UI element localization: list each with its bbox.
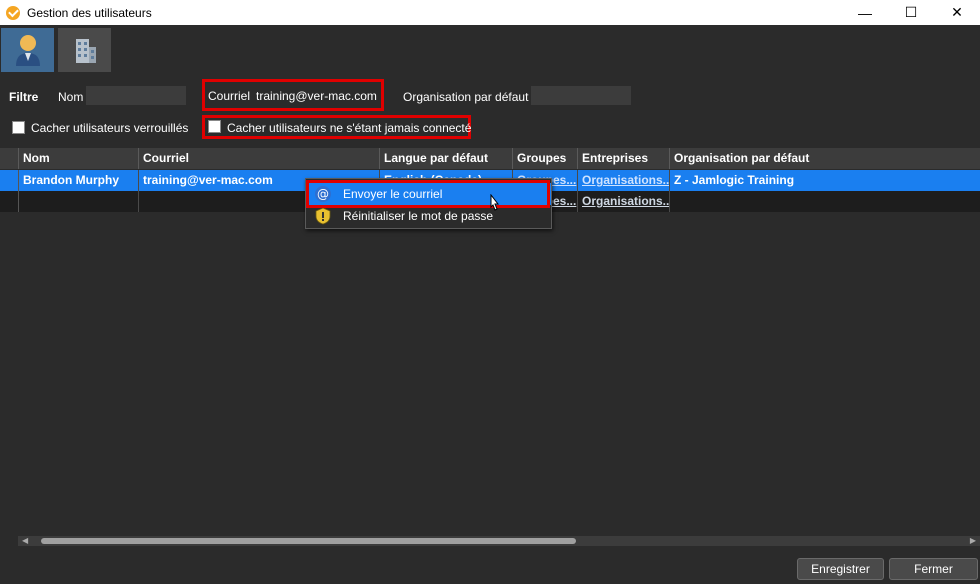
filter-title: Filtre bbox=[9, 90, 39, 104]
minimize-button[interactable]: — bbox=[842, 0, 888, 25]
mouse-pointer-icon bbox=[490, 194, 500, 211]
toolbar bbox=[0, 25, 980, 73]
close-button[interactable]: Fermer bbox=[889, 558, 978, 580]
org-filter-label: Organisation par défaut bbox=[403, 90, 529, 104]
reset-password-label: Réinitialiser le mot de passe bbox=[343, 209, 494, 223]
shield-icon bbox=[314, 207, 332, 225]
column-header-organisation[interactable]: Organisation par défaut bbox=[670, 148, 980, 169]
name-filter-input[interactable] bbox=[86, 86, 186, 105]
cell-organisation bbox=[670, 191, 980, 212]
column-header-groupes[interactable]: Groupes bbox=[513, 148, 578, 169]
window-controls: — ☐ ✕ bbox=[842, 0, 980, 25]
tab-users[interactable] bbox=[1, 28, 54, 72]
hide-never-connected-label: Cacher utilisateurs ne s'étant jamais co… bbox=[227, 121, 472, 135]
row-header-corner bbox=[0, 148, 19, 169]
hide-never-connected-checkbox[interactable] bbox=[208, 120, 221, 133]
hide-locked-label: Cacher utilisateurs verrouillés bbox=[31, 121, 189, 135]
window-title: Gestion des utilisateurs bbox=[27, 5, 152, 20]
scroll-left-icon[interactable]: ◀ bbox=[22, 536, 28, 546]
building-icon bbox=[75, 39, 96, 63]
email-filter-label: Courriel bbox=[208, 89, 251, 103]
user-icon bbox=[15, 35, 40, 66]
cell-nom: Brandon Murphy bbox=[19, 170, 139, 191]
send-email-highlight bbox=[306, 180, 550, 208]
organizations-link[interactable]: Organisations... bbox=[578, 170, 670, 191]
column-header-nom[interactable]: Nom bbox=[19, 148, 139, 169]
menu-item-reset-password[interactable]: Réinitialiser le mot de passe bbox=[308, 205, 551, 227]
tab-organizations[interactable] bbox=[58, 28, 111, 72]
scroll-right-icon[interactable]: ▶ bbox=[970, 536, 976, 546]
organizations-link[interactable]: Organisations... bbox=[578, 191, 670, 212]
title-bar: Gestion des utilisateurs — ☐ ✕ bbox=[0, 0, 980, 25]
maximize-button[interactable]: ☐ bbox=[888, 0, 934, 25]
column-header-courriel[interactable]: Courriel bbox=[139, 148, 380, 169]
hide-locked-checkbox[interactable] bbox=[12, 121, 25, 134]
row-header[interactable] bbox=[0, 170, 19, 191]
row-header[interactable] bbox=[0, 191, 19, 212]
save-button[interactable]: Enregistrer bbox=[797, 558, 884, 580]
name-filter-label: Nom bbox=[58, 90, 84, 104]
org-filter-input[interactable] bbox=[531, 86, 631, 105]
column-header-entreprises[interactable]: Entreprises bbox=[578, 148, 670, 169]
cell-nom bbox=[19, 191, 139, 212]
scrollbar-thumb[interactable] bbox=[41, 538, 576, 544]
column-header-langue[interactable]: Langue par défaut bbox=[380, 148, 513, 169]
cell-organisation: Z - Jamlogic Training bbox=[674, 173, 795, 187]
app-logo-icon bbox=[6, 5, 20, 20]
close-window-button[interactable]: ✕ bbox=[934, 0, 980, 25]
grid-header: Nom Courriel Langue par défaut Groupes E… bbox=[0, 148, 980, 169]
email-filter-input[interactable]: training@ver-mac.com bbox=[256, 89, 377, 103]
